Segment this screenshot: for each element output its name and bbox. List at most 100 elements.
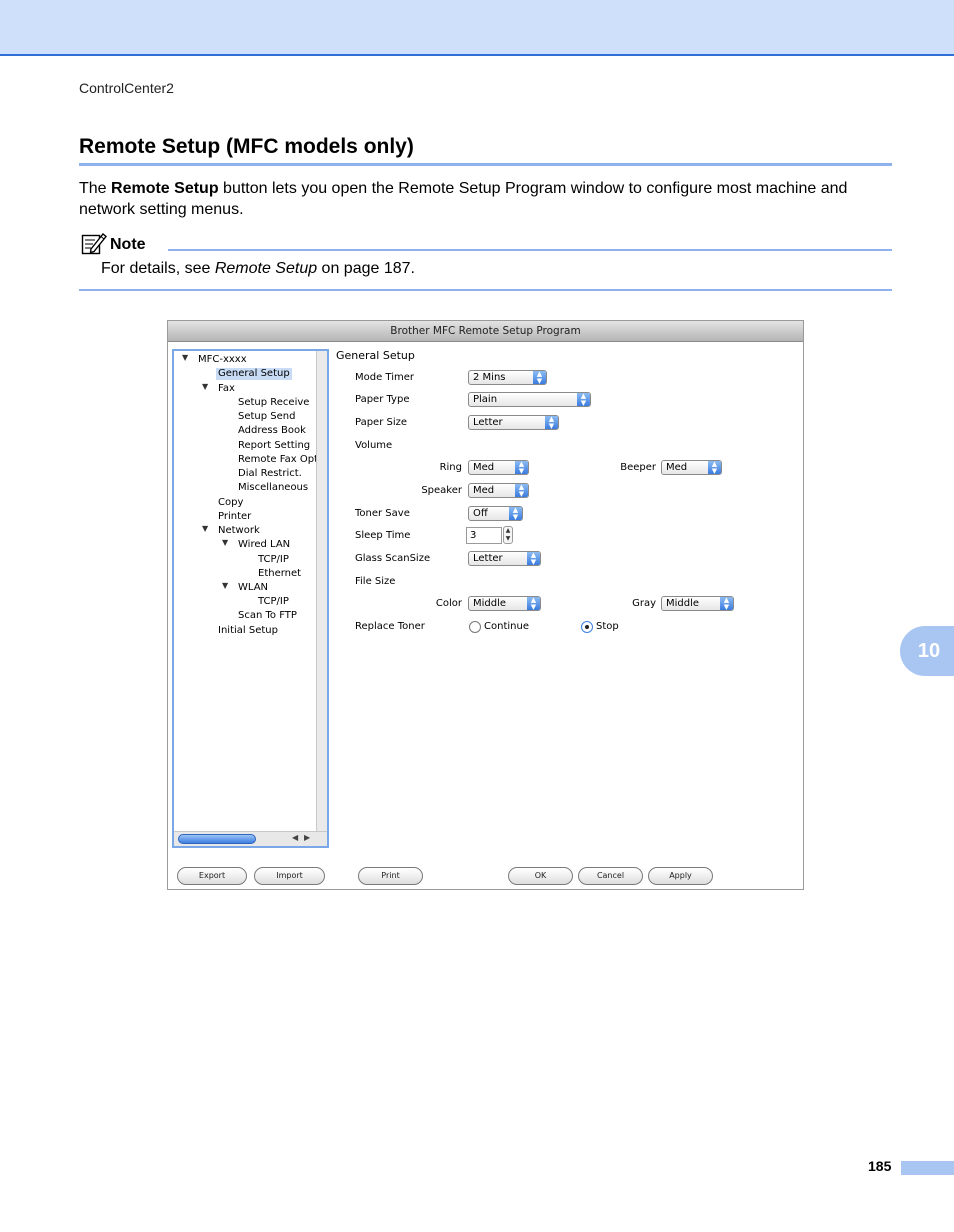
toner-save-value: Off [473, 508, 488, 519]
settings-tree[interactable]: ▼ MFC-xxxx General Setup ▼ Fax Setup Rec… [172, 349, 329, 848]
expand-triangle-icon[interactable]: ▼ [182, 353, 188, 362]
section-title: Remote Setup (MFC models only) [79, 135, 414, 158]
import-button[interactable]: Import [254, 867, 325, 885]
tree-item-scan-to-ftp[interactable]: Scan To FTP [238, 610, 297, 622]
select-arrows-icon: ▲ ▼ [720, 597, 733, 610]
tree-item-wired-tcpip[interactable]: TCP/IP [258, 554, 289, 566]
file-size-label: File Size [355, 576, 396, 587]
tree-item-remote-fax-opt[interactable]: Remote Fax Opt [238, 454, 318, 466]
note-text: For details, see Remote Setup on page 18… [101, 260, 415, 278]
paper-size-label: Paper Size [355, 417, 408, 428]
body-prefix: The [79, 180, 112, 197]
paper-type-label: Paper Type [355, 394, 410, 405]
title-rule [79, 163, 892, 166]
color-label: Color [435, 598, 462, 609]
tree-item-wlan[interactable]: WLAN [238, 582, 268, 594]
expand-triangle-icon[interactable]: ▼ [222, 538, 228, 547]
tree-item-root[interactable]: MFC-xxxx [198, 354, 247, 366]
tree-item-ethernet[interactable]: Ethernet [258, 568, 301, 580]
export-button[interactable]: Export [177, 867, 247, 885]
gray-select[interactable]: Middle ▲ ▼ [661, 596, 734, 611]
chapter-tab: 10 [900, 626, 954, 676]
volume-label: Volume [355, 440, 393, 451]
select-arrows-icon: ▲ ▼ [527, 597, 540, 610]
tree-item-wired-lan[interactable]: Wired LAN [238, 539, 290, 551]
select-arrows-icon: ▲ ▼ [515, 484, 528, 497]
beeper-value: Med [666, 462, 688, 473]
color-value: Middle [473, 598, 507, 609]
window-title: Brother MFC Remote Setup Program [168, 321, 803, 342]
speaker-select[interactable]: Med ▲ ▼ [468, 483, 529, 498]
tree-item-wlan-tcpip[interactable]: TCP/IP [258, 596, 289, 608]
ring-select[interactable]: Med ▲ ▼ [468, 460, 529, 475]
continue-radio[interactable] [469, 621, 481, 633]
window-body: ▼ MFC-xxxx General Setup ▼ Fax Setup Rec… [168, 342, 803, 889]
select-arrows-icon: ▲ ▼ [545, 416, 558, 429]
select-arrows-icon: ▲ ▼ [515, 461, 528, 474]
tree-item-setup-send[interactable]: Setup Send [238, 411, 295, 423]
remote-setup-window: Brother MFC Remote Setup Program ▼ MFC-x… [167, 320, 804, 890]
select-arrows-icon: ▲ ▼ [527, 552, 540, 565]
expand-triangle-icon[interactable]: ▼ [202, 382, 208, 391]
toner-save-label: Toner Save [355, 508, 410, 519]
body-paragraph: The Remote Setup button lets you open th… [79, 178, 894, 220]
tree-item-printer[interactable]: Printer [218, 511, 251, 523]
tree-horizontal-scrollbar[interactable]: ◀ ▶ [174, 831, 327, 846]
ring-value: Med [473, 462, 495, 473]
mode-timer-label: Mode Timer [355, 372, 415, 383]
select-arrows-icon: ▲ ▼ [708, 461, 721, 474]
apply-button[interactable]: Apply [648, 867, 713, 885]
top-band [0, 0, 954, 56]
toner-save-select[interactable]: Off ▲ ▼ [468, 506, 523, 521]
paper-type-value: Plain [473, 394, 498, 405]
sleep-time-input[interactable]: 3 [466, 527, 502, 544]
page-number-bar [901, 1161, 954, 1175]
note-label: Note [110, 236, 146, 253]
paper-size-select[interactable]: Letter ▲ ▼ [468, 415, 559, 430]
tree-item-address-book[interactable]: Address Book [238, 425, 306, 437]
tree-item-dial-restrict[interactable]: Dial Restrict. [238, 468, 302, 480]
sleep-time-label: Sleep Time [355, 530, 411, 541]
note-rule-bottom [79, 289, 892, 291]
sleep-time-stepper[interactable]: ▲ ▼ [503, 526, 513, 544]
mode-timer-value: 2 Mins [473, 372, 506, 383]
page-number: 185 [868, 1158, 892, 1174]
tree-item-report-setting[interactable]: Report Setting [238, 440, 310, 452]
tree-item-fax[interactable]: Fax [218, 383, 235, 395]
tree-item-general-setup[interactable]: General Setup [216, 368, 292, 380]
stop-label: Stop [596, 621, 619, 632]
stop-radio[interactable] [581, 621, 593, 633]
tree-vertical-scrollbar[interactable] [316, 351, 327, 831]
note-link-text: Remote Setup [214, 260, 318, 277]
mode-timer-select[interactable]: 2 Mins ▲ ▼ [468, 370, 547, 385]
beeper-select[interactable]: Med ▲ ▼ [661, 460, 722, 475]
print-button[interactable]: Print [358, 867, 423, 885]
paper-size-value: Letter [473, 417, 503, 428]
tree-item-copy[interactable]: Copy [218, 497, 243, 509]
panel-heading: General Setup [336, 349, 415, 362]
paper-type-select[interactable]: Plain ▲ ▼ [468, 392, 591, 407]
note-pencil-icon [81, 231, 107, 255]
ring-label: Ring [439, 462, 462, 473]
glass-scansize-select[interactable]: Letter ▲ ▼ [468, 551, 541, 566]
color-select[interactable]: Middle ▲ ▼ [468, 596, 541, 611]
tree-item-network[interactable]: Network [218, 525, 260, 537]
glass-scansize-value: Letter [473, 553, 503, 564]
scroll-left-icon[interactable]: ◀ [292, 833, 298, 842]
expand-triangle-icon[interactable]: ▼ [222, 581, 228, 590]
scroll-right-icon[interactable]: ▶ [304, 833, 310, 842]
expand-triangle-icon[interactable]: ▼ [202, 524, 208, 533]
beeper-label: Beeper [620, 462, 656, 473]
glass-scansize-label: Glass ScanSize [355, 553, 431, 564]
tree-item-miscellaneous[interactable]: Miscellaneous [238, 482, 308, 494]
select-arrows-icon: ▲ ▼ [577, 393, 590, 406]
speaker-label: Speaker [421, 485, 462, 496]
note-prefix: For details, see [101, 260, 215, 277]
scroll-thumb[interactable] [178, 834, 256, 844]
cancel-button[interactable]: Cancel [578, 867, 643, 885]
tree-item-setup-receive[interactable]: Setup Receive [238, 397, 309, 409]
select-arrows-icon: ▲ ▼ [533, 371, 546, 384]
ok-button[interactable]: OK [508, 867, 573, 885]
tree-item-initial-setup[interactable]: Initial Setup [218, 625, 278, 637]
continue-label: Continue [484, 621, 529, 632]
